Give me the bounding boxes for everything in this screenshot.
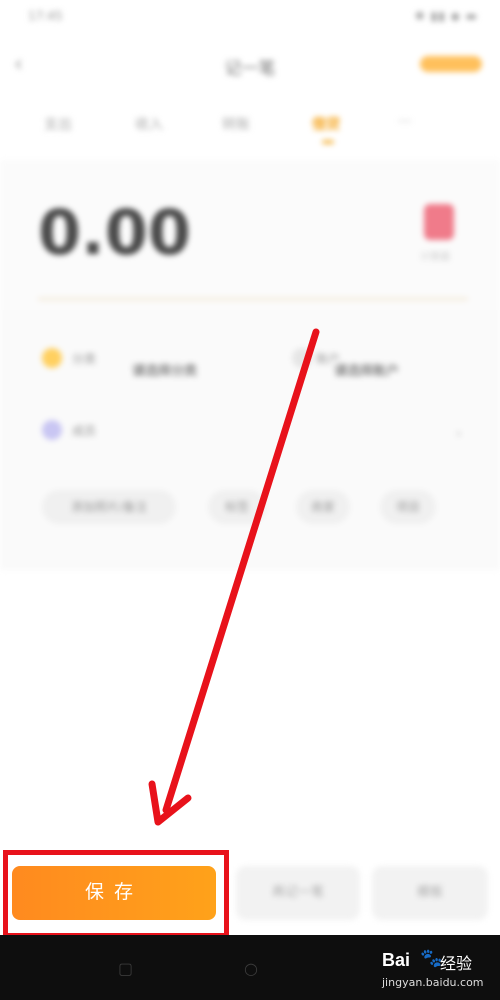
member-icon bbox=[42, 420, 62, 440]
form-area: 分类 请选择分类 账户 请选择账户 成员 › 添加照片/备注 标签 商家 项目 bbox=[0, 310, 500, 570]
tab-active-indicator bbox=[322, 140, 334, 144]
chip-project[interactable]: 项目 bbox=[380, 490, 436, 524]
watermark-logo: Bai bbox=[382, 950, 411, 970]
background-content: 17:45 ✱ ▮▮ ◆ ▬ ‹ 记一笔 支出 收入 转账 借贷 ··· 0.0… bbox=[0, 0, 500, 935]
status-bar: 17:45 ✱ ▮▮ ◆ ▬ bbox=[0, 0, 500, 34]
nav-home-icon[interactable]: ○ bbox=[244, 959, 258, 978]
status-icons: ✱ ▮▮ ◆ ▬ bbox=[414, 9, 478, 23]
chip-merchant[interactable]: 商家 bbox=[296, 490, 350, 524]
account-icon bbox=[292, 348, 312, 368]
chevron-right-icon[interactable]: › bbox=[456, 426, 462, 442]
tab-more[interactable]: ··· bbox=[398, 114, 411, 130]
watermark-domain: jingyan.baidu.com bbox=[382, 976, 484, 989]
amount-panel: 0.00 计算器 bbox=[0, 160, 500, 310]
calculator-caption: 计算器 bbox=[420, 252, 450, 263]
header-badge[interactable] bbox=[420, 56, 482, 72]
account-field[interactable]: 请选择账户 bbox=[334, 360, 399, 379]
tab-expense[interactable]: 支出 bbox=[44, 114, 72, 134]
template-button[interactable]: 模板 bbox=[372, 866, 488, 920]
nav-menu-icon[interactable]: ▢ bbox=[118, 959, 133, 978]
category-label: 分类 bbox=[72, 352, 97, 366]
status-time: 17:45 bbox=[28, 9, 63, 23]
header: ‹ 记一笔 bbox=[0, 40, 500, 90]
amount-value[interactable]: 0.00 bbox=[38, 196, 191, 269]
tab-income[interactable]: 收入 bbox=[135, 114, 163, 134]
calculator-icon[interactable] bbox=[424, 204, 454, 240]
tab-lending[interactable]: 借贷 bbox=[312, 114, 340, 134]
watermark: Bai 🐾 经验 jingyan.baidu.com bbox=[382, 944, 494, 994]
watermark-text: 经验 bbox=[440, 954, 473, 973]
category-field[interactable]: 请选择分类 bbox=[132, 360, 197, 379]
chip-photo-note[interactable]: 添加照片/备注 bbox=[42, 490, 176, 524]
amount-underline bbox=[38, 298, 468, 300]
tab-transfer[interactable]: 转账 bbox=[222, 114, 250, 134]
save-and-new-button[interactable]: 再记一笔 bbox=[236, 866, 360, 920]
category-icon bbox=[42, 348, 62, 368]
tab-bar: 支出 收入 转账 借贷 ··· bbox=[0, 104, 500, 150]
highlight-box bbox=[3, 850, 229, 938]
member-field[interactable]: 成员 bbox=[72, 422, 96, 439]
chip-tag[interactable]: 标签 bbox=[208, 490, 266, 524]
